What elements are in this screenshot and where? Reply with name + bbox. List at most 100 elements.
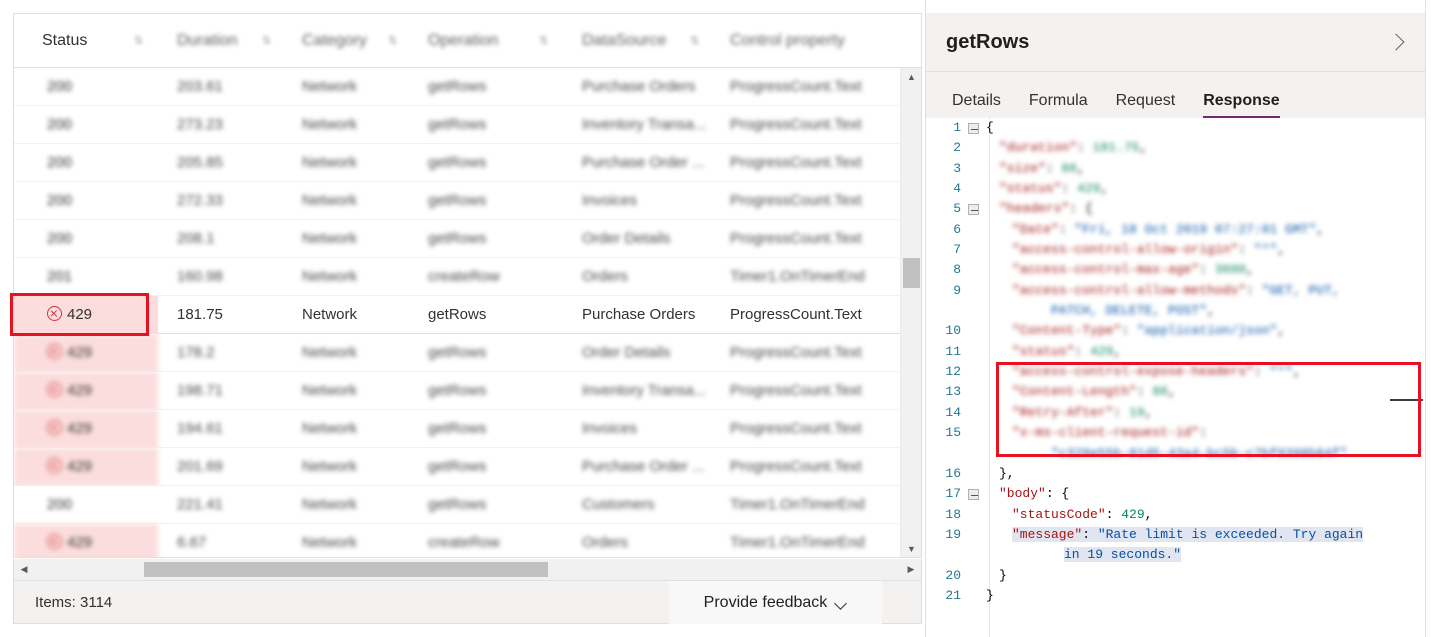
cell-datasource: Purchase Orders (582, 78, 696, 95)
column-header-control-property[interactable]: Control property (730, 14, 845, 68)
table-row[interactable]: 200 273.23 Network getRows Inventory Transa.… (14, 106, 921, 144)
sort-icon[interactable]: ⇅ (539, 14, 548, 68)
table-row[interactable]: 200 272.33 Network getRows Invoices ProgressC… (14, 182, 921, 220)
table-row[interactable]: 201 160.98 Network createRow Orders Timer1.On… (14, 258, 921, 296)
line-number: 3 (953, 160, 961, 176)
json-line: 8 "access-control-max-age": 3600, (926, 260, 1425, 280)
sort-icon[interactable]: ⇅ (388, 14, 397, 68)
cell-duration: 6.67 (177, 534, 207, 551)
line-number: 10 (945, 323, 961, 339)
json-line: 14 "Retry-After": 19, (926, 403, 1425, 423)
sort-icon[interactable]: ⇅ (262, 14, 271, 68)
circle-x-icon (47, 344, 62, 359)
table-row[interactable]: 429 178.2 Network getRows Order Details Progr… (14, 334, 921, 372)
json-code: }, (999, 465, 1015, 481)
tab-request[interactable]: Request (1102, 92, 1190, 118)
json-line: 13 "Content-Length": 86, (926, 382, 1425, 402)
status-value: 429 (67, 420, 93, 437)
cell-operation: getRows (428, 230, 487, 247)
table-row[interactable]: 200 221.41 Network getRows Customers Timer1.O… (14, 486, 921, 524)
table-row[interactable]: 429 201.69 Network getRows Purchase Order ..… (14, 448, 921, 486)
chevron-down-icon (836, 599, 847, 606)
line-number: 6 (953, 221, 961, 237)
fold-collapse-icon[interactable] (968, 489, 979, 501)
json-line: 1{ (926, 118, 1425, 138)
provide-feedback-button[interactable]: Provide feedback (669, 581, 882, 624)
table-row[interactable]: 429 6.67 Network createRow Orders Timer1.OnTi… (14, 524, 921, 557)
scroll-down-arrow-icon[interactable]: ▼ (901, 540, 921, 557)
table-row[interactable]: 200 208.1 Network getRows Order Details Progr… (14, 220, 921, 258)
circle-x-icon (47, 382, 62, 397)
table-footer: Items: 3114 Provide feedback (13, 581, 922, 624)
status-value: 429 (67, 344, 93, 361)
line-number: 17 (945, 486, 961, 502)
response-json-viewer[interactable]: 1{2 "duration": 181.75, 3 "size": 86, 4 "stat… (926, 118, 1425, 637)
json-code: "duration": 181.75, (999, 140, 1148, 156)
column-header-operation[interactable]: Operation (428, 14, 498, 68)
table-header-row: Status ⇅ Duration ⇅ Category ⇅ Operation ⇅ DataS… (14, 14, 921, 68)
status-value: 200 (47, 230, 73, 247)
status-value: 201 (47, 268, 73, 285)
line-number: 12 (945, 364, 961, 380)
line-number: 21 (945, 587, 961, 603)
cell-category: Network (302, 344, 358, 361)
cell-status: 429 (14, 448, 158, 486)
line-number: 15 (945, 425, 961, 441)
scroll-up-arrow-icon[interactable]: ▲ (901, 68, 921, 87)
column-header-category[interactable]: Category (302, 14, 367, 68)
column-header-datasource[interactable]: DataSource (582, 14, 667, 68)
scroll-right-arrow-icon[interactable]: ▶ (901, 559, 921, 579)
tab-formula[interactable]: Formula (1015, 92, 1102, 118)
fold-collapse-icon[interactable] (968, 204, 979, 216)
cell-control: ProgressCount.Text (730, 382, 862, 399)
sort-icon[interactable]: ⇅ (690, 14, 699, 68)
column-header-status[interactable]: Status (42, 14, 87, 68)
tab-details[interactable]: Details (938, 92, 1015, 118)
cell-duration: 198.71 (177, 382, 223, 399)
scroll-marker (1390, 399, 1423, 401)
column-header-duration[interactable]: Duration (177, 14, 237, 68)
json-code: "x-ms-client-request-id": (1012, 425, 1208, 441)
fold-collapse-icon[interactable] (968, 123, 979, 134)
cell-control: Timer1.OnTimerEnd (730, 268, 865, 285)
table-vertical-scrollbar[interactable]: ▲ ▼ (900, 68, 921, 557)
vertical-scroll-thumb[interactable] (903, 258, 920, 288)
cell-operation: createRow (428, 534, 500, 551)
json-code: "access-control-max-age": 3600, (1012, 262, 1254, 278)
sort-icon[interactable]: ⇅ (134, 14, 143, 68)
table-row[interactable]: 200 203.61 Network getRows Purchase Orders Pr… (14, 68, 921, 106)
cell-datasource: Inventory Transa... (582, 382, 707, 399)
table-row[interactable]: 429 181.75 Network getRows Purchase Orders Pr… (14, 296, 921, 334)
cell-operation: getRows (428, 154, 487, 171)
line-number: 2 (953, 140, 961, 156)
horizontal-scroll-thumb[interactable] (144, 562, 548, 577)
circle-x-icon (47, 458, 62, 473)
json-line: 12 "access-control-expose-headers": "*", (926, 362, 1425, 382)
line-number: 20 (945, 567, 961, 583)
scroll-left-arrow-icon[interactable]: ◀ (14, 559, 34, 579)
cell-datasource: Purchase Orders (582, 306, 696, 323)
line-number: 13 (945, 384, 961, 400)
circle-x-icon (47, 420, 62, 435)
table-horizontal-scrollbar[interactable]: ◀ ▶ (13, 559, 922, 581)
json-line: "c328e55b-81d5-43a4-bc5b-c7bf9398b84f" (926, 444, 1425, 464)
cell-category: Network (302, 382, 358, 399)
json-line: 16}, (926, 464, 1425, 484)
table-row[interactable]: 429 194.61 Network getRows Invoices ProgressC… (14, 410, 921, 448)
json-code: "message": "Rate limit is exceeded. Try … (1012, 526, 1364, 542)
json-code: } (999, 567, 1007, 583)
cell-datasource: Invoices (582, 420, 638, 437)
table-row[interactable]: 429 198.71 Network getRows Inventory Transa.… (14, 372, 921, 410)
cell-duration: 194.61 (177, 420, 223, 437)
table-row[interactable]: 200 205.85 Network getRows Purchase Order ..… (14, 144, 921, 182)
cell-status: 201 (14, 258, 158, 296)
tab-response[interactable]: Response (1189, 92, 1293, 118)
line-number: 9 (953, 282, 961, 298)
cell-category: Network (302, 78, 358, 95)
cell-operation: getRows (428, 382, 487, 399)
cell-category: Network (302, 306, 358, 323)
cell-operation: getRows (428, 344, 487, 361)
json-code: "c328e55b-81d5-43a4-bc5b-c7bf9398b84f" (1051, 445, 1348, 461)
cell-datasource: Order Details (582, 344, 671, 361)
chevron-right-icon[interactable] (1390, 32, 1404, 52)
